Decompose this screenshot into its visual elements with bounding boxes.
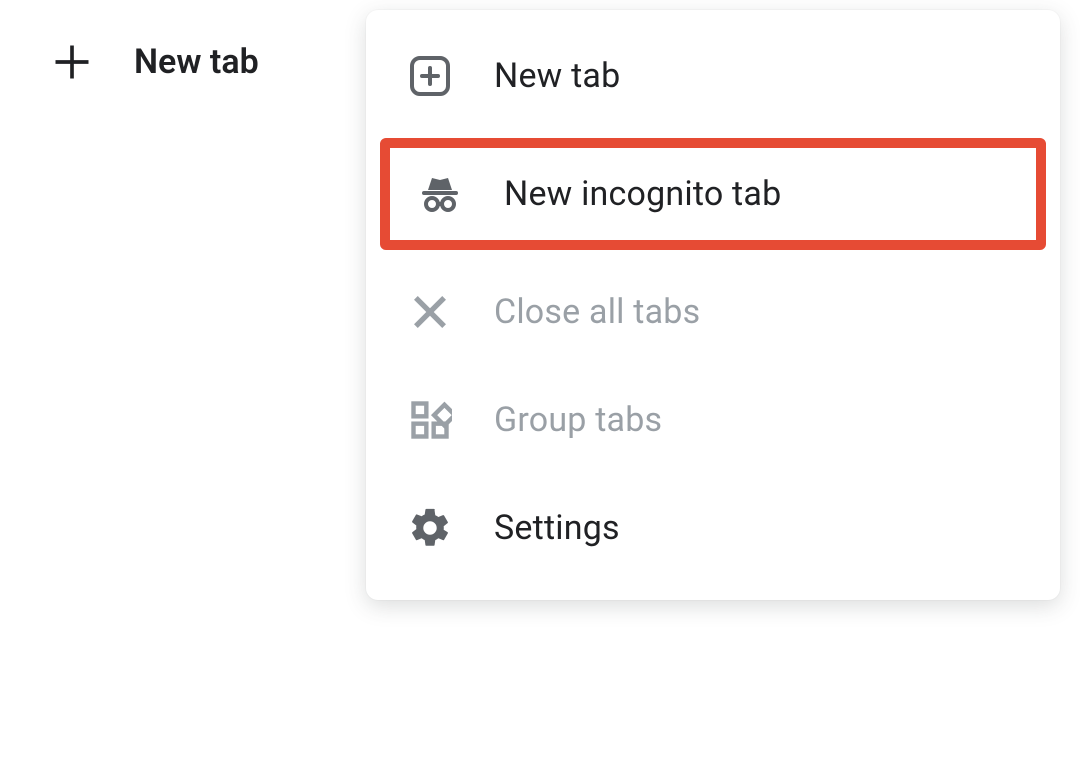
menu-item-new-tab[interactable]: New tab: [366, 22, 1060, 130]
incognito-icon: [416, 170, 464, 218]
plus-box-icon: [406, 52, 454, 100]
menu-label: New incognito tab: [504, 174, 781, 214]
header-title: New tab: [134, 42, 259, 82]
overflow-menu: New tab New incognito tab Close all tabs: [366, 10, 1060, 600]
close-icon: [406, 288, 454, 336]
menu-item-group-tabs[interactable]: Group tabs: [366, 366, 1060, 474]
menu-item-close-all-tabs[interactable]: Close all tabs: [366, 258, 1060, 366]
gear-icon: [406, 504, 454, 552]
plus-icon[interactable]: [50, 40, 94, 84]
menu-label: Settings: [494, 508, 620, 548]
menu-label: Group tabs: [494, 400, 662, 440]
group-tabs-icon: [406, 396, 454, 444]
menu-item-settings[interactable]: Settings: [366, 474, 1060, 582]
menu-label: Close all tabs: [494, 292, 700, 332]
menu-label: New tab: [494, 56, 620, 96]
menu-item-new-incognito-tab[interactable]: New incognito tab: [380, 138, 1046, 250]
tab-switcher-header: New tab: [50, 40, 259, 84]
